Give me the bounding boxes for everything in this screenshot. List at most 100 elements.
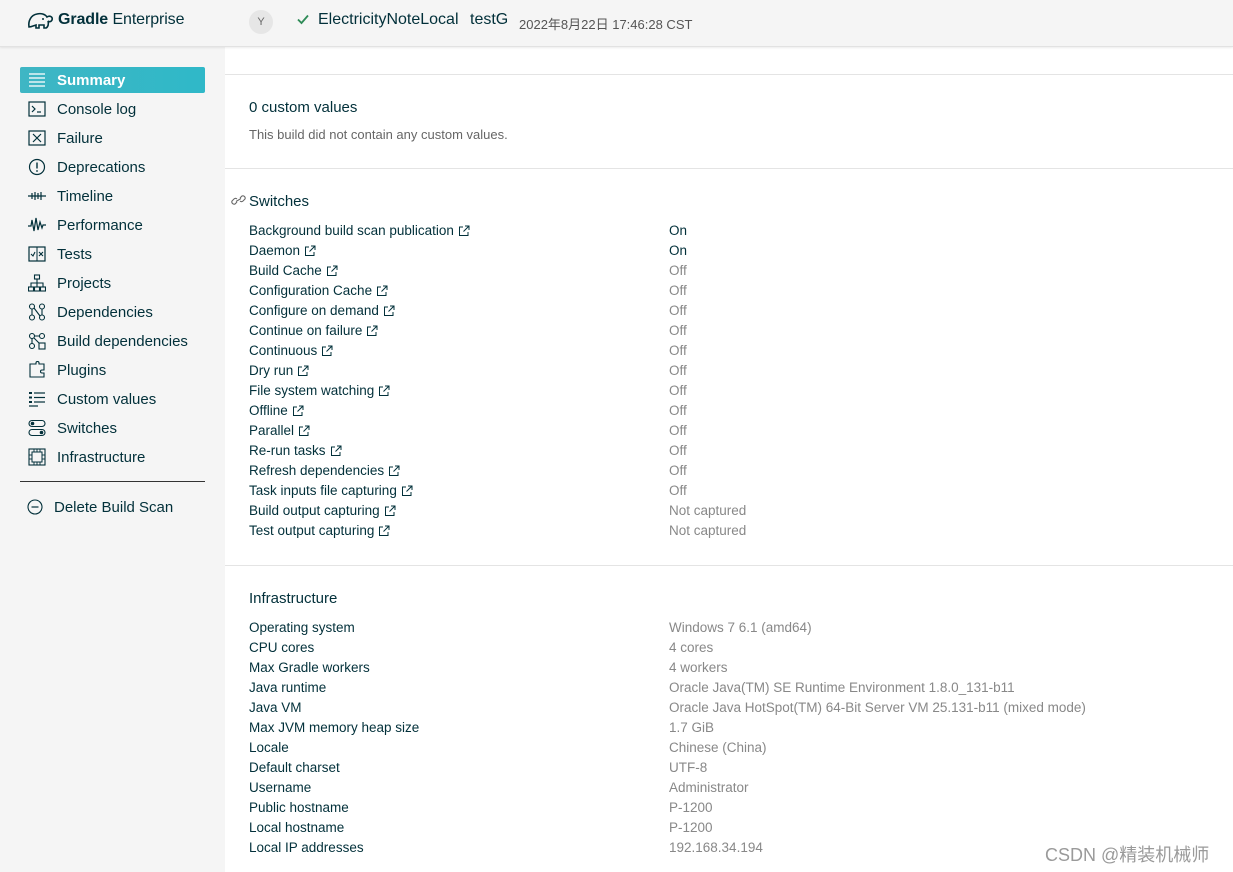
external-link-icon[interactable] — [298, 425, 310, 437]
infrastructure-row: CPU cores 4 cores — [249, 640, 1209, 660]
switch-name[interactable]: Configuration Cache — [249, 283, 388, 298]
gradle-enterprise-logo[interactable]: Gradle Enterprise — [26, 9, 184, 31]
brand-name: Gradle Enterprise — [58, 11, 185, 28]
sidebar-item-failure[interactable]: Failure — [20, 125, 205, 151]
sidebar-item-label: Summary — [57, 71, 126, 89]
top-bar: Gradle Enterprise Y ElectricityNoteLocal… — [0, 0, 1233, 47]
switch-name-label: Dry run — [249, 363, 294, 378]
sidebar-item-build-dependencies[interactable]: Build dependencies — [20, 328, 205, 354]
switch-name[interactable]: Refresh dependencies — [249, 463, 400, 478]
switch-name[interactable]: Re-run tasks — [249, 443, 342, 458]
infrastructure-value: 192.168.34.194 — [669, 840, 763, 855]
switch-row: Continue on failure Off — [249, 323, 1209, 343]
external-link-icon[interactable] — [378, 525, 390, 537]
sidebar-item-infrastructure[interactable]: Infrastructure — [20, 444, 205, 470]
sidebar: Summary Console log Failure Deprecations… — [0, 47, 225, 872]
switch-name[interactable]: Daemon — [249, 243, 316, 258]
sidebar-item-summary[interactable]: Summary — [20, 67, 205, 93]
infrastructure-value: 1.7 GiB — [669, 720, 715, 735]
external-link-icon[interactable] — [321, 345, 333, 357]
infrastructure-key: Operating system — [249, 620, 355, 635]
minus-circle-icon — [26, 498, 44, 516]
switch-name[interactable]: Dry run — [249, 363, 309, 378]
sidebar-item-label: Build dependencies — [57, 332, 188, 350]
infrastructure-value: UTF-8 — [669, 760, 708, 775]
deprecations-icon — [26, 157, 48, 177]
project-name: ElectricityNoteLocal — [318, 11, 459, 28]
sidebar-item-timeline[interactable]: Timeline — [20, 183, 205, 209]
user-avatar[interactable]: Y — [249, 10, 273, 34]
infrastructure-row: Java runtime Oracle Java(TM) SE Runtime E… — [249, 680, 1209, 700]
switch-value: Off — [669, 443, 687, 458]
external-link-icon[interactable] — [292, 405, 304, 417]
switch-name-label: Offline — [249, 403, 288, 418]
switch-value: Off — [669, 283, 687, 298]
external-link-icon[interactable] — [326, 265, 338, 277]
custom-values-note: This build did not contain any custom va… — [249, 127, 508, 142]
sidebar-item-switches[interactable]: Switches — [20, 415, 205, 441]
switch-name-label: Refresh dependencies — [249, 463, 385, 478]
switch-name[interactable]: Parallel — [249, 423, 310, 438]
switch-row: Dry run Off — [249, 363, 1209, 383]
sidebar-item-tests[interactable]: Tests — [20, 241, 205, 267]
infrastructure-key: Local IP addresses — [249, 840, 364, 855]
external-link-icon[interactable] — [388, 465, 400, 477]
switch-name[interactable]: Test output capturing — [249, 523, 390, 538]
switch-name[interactable]: Continue on failure — [249, 323, 378, 338]
switch-name[interactable]: Task inputs file capturing — [249, 483, 413, 498]
watermark: CSDN @精装机械师 — [1045, 845, 1210, 865]
sidebar-item-label: Console log — [57, 100, 137, 118]
switch-row: Build output capturing Not captured — [249, 503, 1209, 523]
external-link-icon[interactable] — [401, 485, 413, 497]
switch-name[interactable]: Build Cache — [249, 263, 338, 278]
switch-name-label: Build Cache — [249, 263, 322, 278]
sidebar-item-console-log[interactable]: Console log — [20, 96, 205, 122]
sidebar-item-label: Failure — [57, 129, 103, 147]
external-link-icon[interactable] — [376, 285, 388, 297]
external-link-icon[interactable] — [458, 225, 470, 237]
switch-value: Off — [669, 363, 687, 378]
infrastructure-key: Java runtime — [249, 680, 327, 695]
external-link-icon[interactable] — [384, 505, 396, 517]
switch-value: Off — [669, 403, 687, 418]
external-link-icon[interactable] — [366, 325, 378, 337]
infrastructure-value: Administrator — [669, 780, 749, 795]
sidebar-item-projects[interactable]: Projects — [20, 270, 205, 296]
infrastructure-key: Default charset — [249, 760, 340, 775]
switch-name[interactable]: File system watching — [249, 383, 390, 398]
external-link-icon[interactable] — [383, 305, 395, 317]
sidebar-item-dependencies[interactable]: Dependencies — [20, 299, 205, 325]
sidebar-divider — [20, 481, 205, 482]
sidebar-item-deprecations[interactable]: Deprecations — [20, 154, 205, 180]
projects-icon — [26, 273, 48, 293]
anchor-link-icon[interactable] — [231, 194, 246, 206]
switch-name[interactable]: Continuous — [249, 343, 333, 358]
switch-row: File system watching Off — [249, 383, 1209, 403]
sidebar-item-performance[interactable]: Performance — [20, 212, 205, 238]
infrastructure-value: Oracle Java(TM) SE Runtime Environment 1… — [669, 680, 1015, 695]
infrastructure-row: Max Gradle workers 4 workers — [249, 660, 1209, 680]
switch-name[interactable]: Background build scan publication — [249, 223, 470, 238]
switch-value: On — [669, 223, 688, 238]
infrastructure-row: Local hostname P-1200 — [249, 820, 1209, 840]
section-divider — [225, 168, 1233, 169]
infrastructure-key: Username — [249, 780, 312, 795]
infrastructure-row: Username Administrator — [249, 780, 1209, 800]
switch-value: Off — [669, 483, 687, 498]
external-link-icon[interactable] — [378, 385, 390, 397]
switch-row: Configuration Cache Off — [249, 283, 1209, 303]
switch-value: Off — [669, 463, 687, 478]
sidebar-item-custom-values[interactable]: Custom values — [20, 386, 205, 412]
infrastructure-key: Java VM — [249, 700, 302, 715]
switch-name[interactable]: Offline — [249, 403, 304, 418]
dependencies-icon — [26, 302, 48, 322]
external-link-icon[interactable] — [304, 245, 316, 257]
switch-name[interactable]: Build output capturing — [249, 503, 396, 518]
switch-name[interactable]: Configure on demand — [249, 303, 395, 318]
external-link-icon[interactable] — [297, 365, 309, 377]
delete-build-scan-button[interactable]: Delete Build Scan — [20, 494, 205, 520]
infrastructure-value: Oracle Java HotSpot(TM) 64-Bit Server VM… — [669, 700, 1086, 715]
external-link-icon[interactable] — [330, 445, 342, 457]
sidebar-item-plugins[interactable]: Plugins — [20, 357, 205, 383]
switch-name-label: Task inputs file capturing — [249, 483, 397, 498]
